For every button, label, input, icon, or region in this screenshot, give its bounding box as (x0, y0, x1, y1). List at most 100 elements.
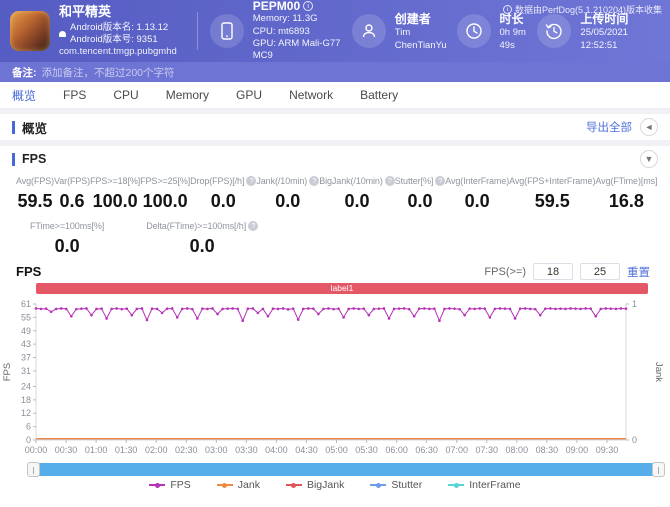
metric-avg-fps-interframe-: Avg(FPS+InterFrame) 59.5 (509, 176, 595, 212)
svg-text:FPS: FPS (2, 363, 13, 381)
legend-item-bigjank[interactable]: BigJank (285, 479, 344, 491)
svg-text:18: 18 (21, 395, 31, 405)
device-info-icon[interactable]: i (303, 1, 314, 12)
collect-note: i 数据由PerfDog(5.1.210204)版本收集 (502, 3, 662, 16)
metric-label: Delta(FTime)>=100ms[/h]? (146, 221, 259, 231)
metric-value: 0.0 (464, 191, 490, 211)
help-icon[interactable]: ? (309, 176, 320, 186)
legend-marker (216, 482, 233, 488)
tab-battery[interactable]: Battery (360, 88, 398, 102)
history-clock-icon (537, 14, 572, 48)
svg-text:06:30: 06:30 (415, 445, 438, 455)
tab-gpu[interactable]: GPU (236, 88, 262, 102)
tab-cpu[interactable]: CPU (113, 88, 138, 102)
device-memory: Memory: 11.3G (252, 13, 318, 25)
clock-icon (456, 14, 491, 48)
slider-handle-right[interactable] (652, 462, 665, 477)
metric-jank-10min-: Jank(/10min)? 0.0 (256, 176, 320, 212)
phone-icon (209, 14, 244, 48)
svg-text:09:30: 09:30 (596, 445, 619, 455)
metric-avg-interframe-: Avg(InterFrame) 0.0 (445, 176, 509, 212)
help-icon[interactable]: ? (246, 176, 257, 186)
anchor-collapse-button[interactable]: ◄ (640, 118, 658, 136)
metric-value: 100.0 (142, 191, 188, 211)
metric-value: 16.8 (608, 191, 644, 211)
upload-value: 25/05/2021 12:52:51 (580, 27, 628, 51)
svg-text:0: 0 (632, 435, 637, 445)
legend-item-stutter[interactable]: Stutter (370, 479, 422, 491)
legend-item-fps[interactable]: FPS (149, 479, 191, 491)
metric-value: 0.0 (275, 191, 301, 211)
metric-value: 0.0 (344, 191, 370, 211)
svg-text:04:00: 04:00 (265, 445, 288, 455)
svg-text:6: 6 (26, 422, 31, 432)
remark-label: 备注: (12, 66, 37, 79)
help-icon[interactable]: ? (384, 176, 395, 186)
metric-label: BigJank(/10min)? (319, 176, 395, 186)
tab-overview[interactable]: 概览 (12, 87, 36, 104)
svg-text:55: 55 (21, 312, 31, 322)
duration-value: 0h 9m 49s (499, 27, 526, 51)
remark-bar[interactable]: 备注: 添加备注，不超过200个字符 (0, 62, 670, 82)
legend-label: Jank (237, 479, 260, 491)
fps-threshold-high-input[interactable] (580, 263, 620, 280)
tab-fps[interactable]: FPS (63, 88, 86, 102)
metric-label: Avg(FTime)[ms] (595, 176, 658, 186)
time-range-slider[interactable] (27, 462, 665, 477)
tab-network[interactable]: Network (289, 88, 333, 102)
svg-text:0: 0 (26, 435, 31, 445)
fps-section-header: FPS ▼ (0, 146, 670, 172)
metrics-row-1: Avg(FPS) 59.5 Var(FPS) 0.6 FPS>=18[%] 100.0 FP… (16, 176, 658, 212)
svg-text:Jank: Jank (653, 362, 664, 382)
chart-legend: FPS Jank BigJank Stutter InterFrame (0, 479, 670, 491)
svg-text:07:00: 07:00 (445, 445, 468, 455)
device-gpu: GPU: ARM Mali-G77 MC9 (252, 38, 341, 62)
game-title: 和平精英 (59, 4, 112, 20)
svg-text:06:00: 06:00 (385, 445, 408, 455)
android-version-code: Android版本号: 9351 (70, 33, 158, 45)
svg-text:00:00: 00:00 (25, 445, 48, 455)
metric-label: FTime>=100ms[%] (30, 221, 105, 231)
svg-text:08:00: 08:00 (506, 445, 529, 455)
metric-stutter-: Stutter[%]? 0.0 (395, 176, 446, 212)
legend-marker (370, 482, 387, 488)
metric-avg-ftime-ms-: Avg(FTime)[ms] 16.8 (595, 176, 657, 212)
fps-threshold-label: FPS(>=) (484, 265, 526, 278)
metric-value: 0.0 (407, 191, 433, 211)
svg-text:03:30: 03:30 (235, 445, 258, 455)
android-version-name: Android版本名: 1.13.12 (70, 21, 169, 33)
svg-text:01:30: 01:30 (115, 445, 138, 455)
fps-collapse-button[interactable]: ▼ (640, 150, 658, 168)
svg-text:43: 43 (21, 339, 31, 349)
reset-link[interactable]: 重置 (627, 264, 650, 280)
legend-label: Stutter (391, 479, 423, 491)
svg-text:02:00: 02:00 (145, 445, 168, 455)
legend-item-jank[interactable]: Jank (216, 479, 260, 491)
fps-chart-header: FPS FPS(>=) 重置 (0, 257, 670, 283)
creator-block: 创建者 Tim ChenTianYu (351, 10, 457, 52)
export-all-link[interactable]: 导出全部 (586, 119, 632, 135)
metric-value: 100.0 (92, 191, 138, 211)
metric-label: FPS>=25[%] (140, 176, 191, 186)
package-name: com.tencent.tmgp.pubgmhd (59, 46, 177, 58)
creator-value: Tim ChenTianYu (394, 27, 447, 51)
overview-title: 概览 (22, 121, 48, 136)
svg-text:01:00: 01:00 (85, 445, 108, 455)
fps-metrics: Avg(FPS) 59.5 Var(FPS) 0.6 FPS>=18[%] 100.0 FP… (0, 172, 670, 257)
tab-memory[interactable]: Memory (166, 88, 209, 102)
metric-label: Avg(FPS+InterFrame) (509, 176, 596, 186)
svg-text:07:30: 07:30 (475, 445, 498, 455)
legend-item-interframe[interactable]: InterFrame (448, 479, 521, 491)
metric-label: Drop(FPS)[/h]? (190, 176, 257, 186)
svg-text:02:30: 02:30 (175, 445, 198, 455)
slider-handle-left[interactable] (27, 462, 40, 477)
duration-block: 时长 0h 9m 49s (456, 10, 538, 52)
remark-placeholder: 添加备注，不超过200个字符 (41, 66, 175, 79)
fps-chart[interactable]: 0 6 12 18 24 31 37 43 49 55 61 0 1 00:00 00:30 01:00 01:… (0, 294, 670, 456)
metric-value: 0.0 (210, 191, 236, 211)
svg-text:31: 31 (21, 366, 31, 376)
help-icon[interactable]: ? (248, 221, 259, 231)
help-icon[interactable]: ? (435, 176, 446, 186)
svg-text:05:00: 05:00 (325, 445, 348, 455)
fps-threshold-low-input[interactable] (533, 263, 573, 280)
